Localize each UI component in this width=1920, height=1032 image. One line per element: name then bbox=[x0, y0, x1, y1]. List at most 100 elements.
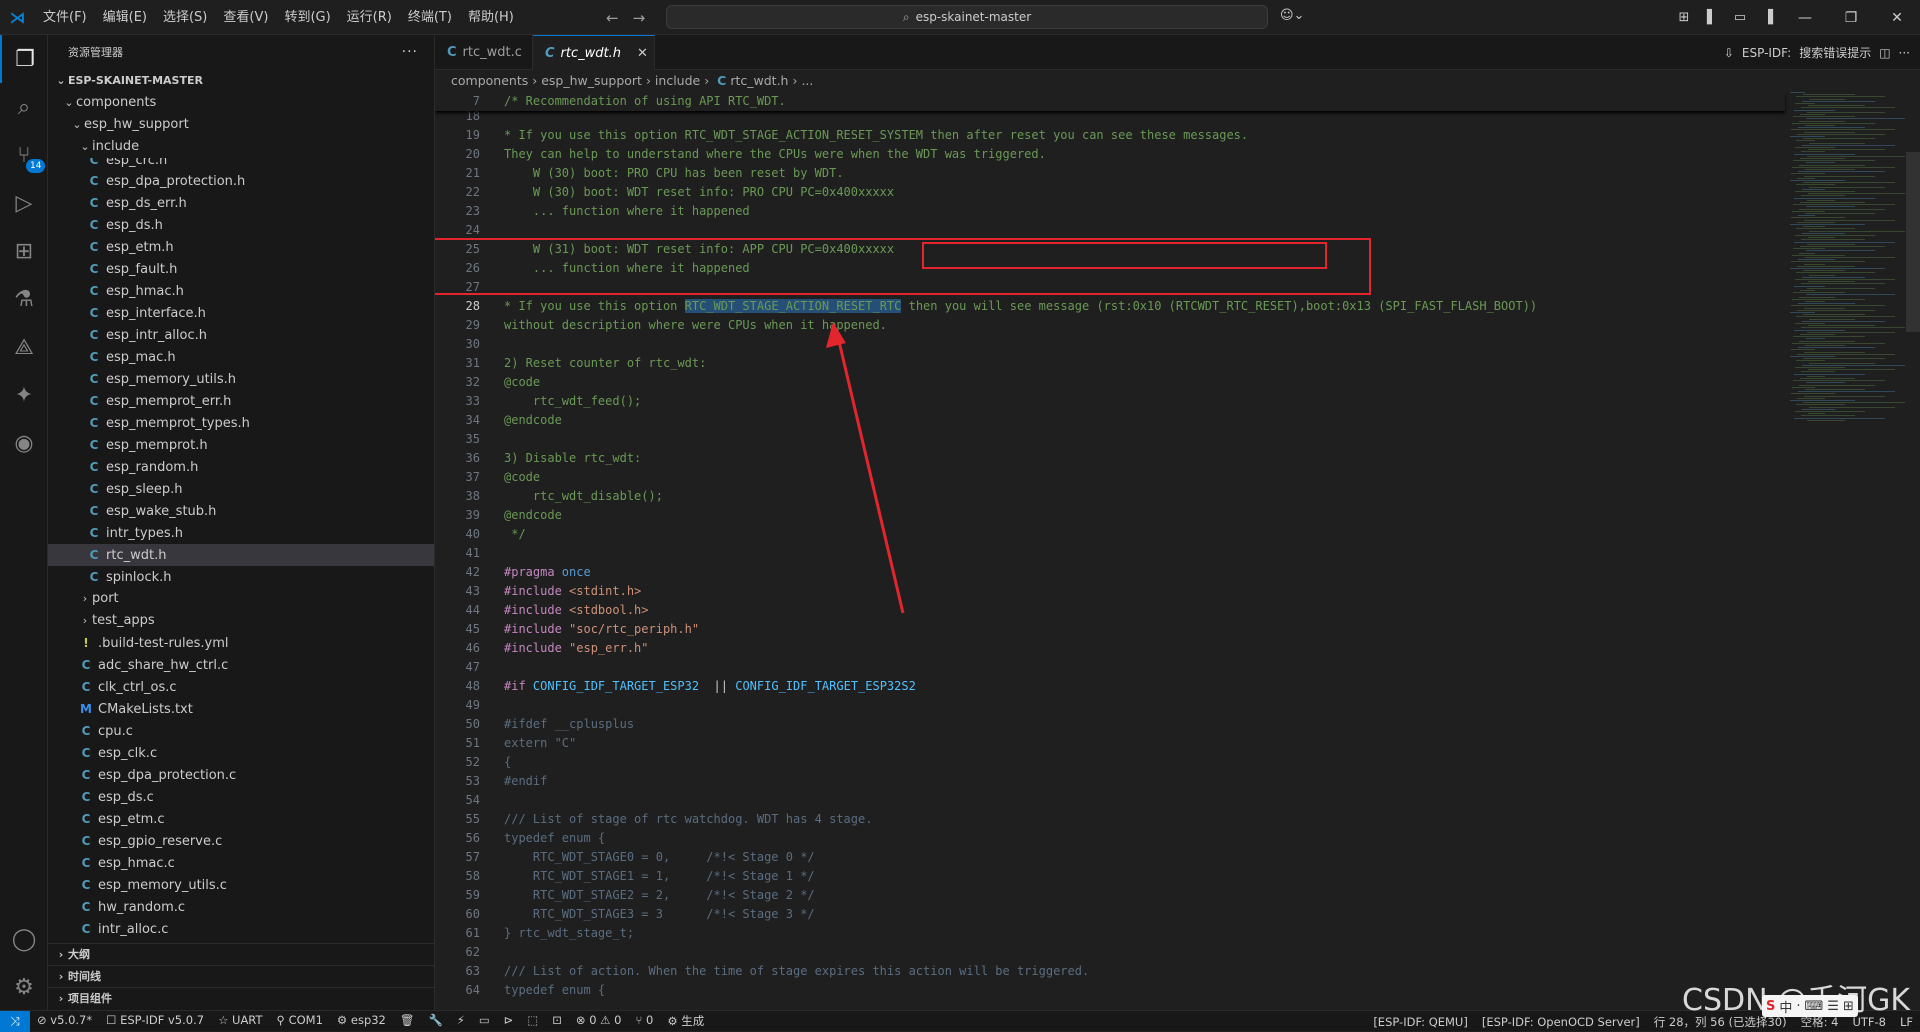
status-item[interactable]: [ESP-IDF: OpenOCD Server] bbox=[1475, 1015, 1647, 1029]
menu-item-5[interactable]: 运行(R) bbox=[339, 0, 400, 35]
close-tab-icon[interactable]: ✕ bbox=[637, 46, 648, 61]
menu-item-4[interactable]: 转到(G) bbox=[276, 0, 338, 35]
customize-layout-icon[interactable]: ⊞ bbox=[1670, 10, 1698, 25]
tree-item[interactable]: Crtc_wdt.h bbox=[48, 544, 434, 566]
tab-rtc-wdt-c[interactable]: Crtc_wdt.c bbox=[435, 35, 533, 70]
tree-item[interactable]: Cesp_clk.c bbox=[48, 742, 434, 764]
status-item[interactable]: ▭ bbox=[472, 1013, 497, 1029]
status-item[interactable]: ⚡ bbox=[450, 1013, 472, 1029]
tree-item[interactable]: Cesp_etm.c bbox=[48, 808, 434, 830]
espidf-icon[interactable]: ✦ bbox=[0, 371, 48, 419]
toggle-secondary-sidebar-icon[interactable]: ▐ bbox=[1754, 10, 1782, 25]
tree-item[interactable]: › test_apps bbox=[48, 610, 434, 632]
status-item[interactable]: ⊘ v5.0.7* bbox=[30, 1013, 99, 1029]
toggle-sidebar-icon[interactable]: ▌ bbox=[1698, 10, 1726, 25]
tree-item[interactable]: ⌄ include bbox=[48, 136, 434, 158]
source-control-icon[interactable]: ⑂ 14 bbox=[0, 131, 48, 179]
tree-item[interactable]: Cesp_mac.h bbox=[48, 346, 434, 368]
status-item[interactable]: ⊗ 0 ⚠ 0 bbox=[569, 1013, 629, 1029]
split-editor-icon[interactable]: ◫ bbox=[1879, 46, 1890, 60]
menu-item-3[interactable]: 查看(V) bbox=[215, 0, 276, 35]
menu-item-6[interactable]: 终端(T) bbox=[400, 0, 460, 35]
editor-scrollbar[interactable] bbox=[1906, 152, 1920, 332]
workspace-root[interactable]: ⌄ ESP-SKAINET-MASTER bbox=[48, 70, 434, 92]
ime-toolbar[interactable]: S 中 · ⌨ ☰ ⊞ bbox=[1762, 995, 1858, 1017]
tree-item[interactable]: Cesp_memprot_types.h bbox=[48, 412, 434, 434]
tree-item[interactable]: Cesp_random.h bbox=[48, 456, 434, 478]
ime-item[interactable]: S bbox=[1766, 999, 1775, 1014]
tree-item[interactable]: Ccpu.c bbox=[48, 720, 434, 742]
settings-gear-icon[interactable]: ⚙ bbox=[0, 963, 48, 1011]
remote-indicator-icon[interactable]: ⤨ bbox=[0, 1010, 30, 1032]
sidebar-panel-header[interactable]: › 大纲 bbox=[48, 943, 434, 965]
status-item[interactable]: ⊡ bbox=[545, 1013, 569, 1029]
tree-item[interactable]: Cesp_memory_utils.c bbox=[48, 874, 434, 896]
extensions-icon[interactable]: ⊞ bbox=[0, 227, 48, 275]
minimap[interactable] bbox=[1786, 92, 1906, 1010]
testing-icon[interactable]: ⚗ bbox=[0, 275, 48, 323]
tree-item[interactable]: Cesp_memprot_err.h bbox=[48, 390, 434, 412]
account-icon[interactable]: ◯ bbox=[0, 915, 48, 963]
tree-item[interactable]: Cesp_etm.h bbox=[48, 236, 434, 258]
esp-icon[interactable]: ◉ bbox=[0, 419, 48, 467]
tree-item[interactable]: Cesp_sleep.h bbox=[48, 478, 434, 500]
tree-item[interactable]: Cintr_alloc.c bbox=[48, 918, 434, 940]
tree-item[interactable]: ⌄ components bbox=[48, 92, 434, 114]
search-error-hint-button[interactable]: 搜索错误提示 bbox=[1799, 44, 1871, 61]
more-actions-icon[interactable]: ··· bbox=[1899, 46, 1910, 60]
tree-item[interactable]: Cesp_interface.h bbox=[48, 302, 434, 324]
tree-item[interactable]: Cesp_gpio_reserve.c bbox=[48, 830, 434, 852]
menu-item-7[interactable]: 帮助(H) bbox=[460, 0, 522, 35]
minimize-icon[interactable]: — bbox=[1782, 10, 1828, 26]
toggle-panel-icon[interactable]: ▭ bbox=[1726, 10, 1754, 25]
sidebar-panel-header[interactable]: › 时间线 bbox=[48, 965, 434, 987]
status-item[interactable]: ⚙ 生成 bbox=[660, 1013, 711, 1029]
close-window-icon[interactable]: ✕ bbox=[1874, 10, 1920, 26]
breadcrumb-file[interactable]: rtc_wdt.h bbox=[730, 73, 788, 88]
tree-item[interactable]: Cesp_dpa_protection.c bbox=[48, 764, 434, 786]
code-editor[interactable]: 7 /* Recommendation of using API RTC_WDT… bbox=[435, 92, 1920, 1010]
tree-item[interactable]: Cesp_fault.h bbox=[48, 258, 434, 280]
more-actions-icon[interactable]: ··· bbox=[402, 35, 418, 70]
copilot-icon[interactable]: ☺⌄ bbox=[1280, 8, 1304, 23]
ime-item[interactable]: 中 bbox=[1779, 997, 1792, 1016]
tree-item[interactable]: Cspinlock.h bbox=[48, 566, 434, 588]
tree-item[interactable]: Cesp_memory_utils.h bbox=[48, 368, 434, 390]
menu-item-1[interactable]: 编辑(E) bbox=[95, 0, 155, 35]
tree-item[interactable]: Cesp_ds.h bbox=[48, 214, 434, 236]
command-center-search[interactable]: ⌕ esp-skainet-master bbox=[666, 5, 1268, 29]
tree-item[interactable]: Cesp_wake_stub.h bbox=[48, 500, 434, 522]
breadcrumb-components[interactable]: components bbox=[451, 73, 528, 88]
menu-item-2[interactable]: 选择(S) bbox=[155, 0, 215, 35]
tree-item[interactable]: Cesp_hmac.c bbox=[48, 852, 434, 874]
tree-item[interactable]: ⌄ esp_hw_support bbox=[48, 114, 434, 136]
forward-arrow-icon[interactable]: → bbox=[633, 9, 646, 27]
status-item[interactable]: ⊳ bbox=[497, 1013, 521, 1029]
tree-item[interactable]: Chw_random.c bbox=[48, 896, 434, 918]
tree-item[interactable]: Cesp_ds_err.h bbox=[48, 192, 434, 214]
run-debug-icon[interactable]: ▷ bbox=[0, 179, 48, 227]
tree-item[interactable]: Cesp_ds.c bbox=[48, 786, 434, 808]
status-item[interactable]: ⚲ COM1 bbox=[270, 1013, 330, 1029]
tree-item[interactable]: M CMakeLists.txt bbox=[48, 698, 434, 720]
remote-icon[interactable]: ⟁ bbox=[0, 323, 48, 371]
tree-item[interactable]: Cesp_crc.h bbox=[48, 158, 434, 170]
tree-item[interactable]: Cesp_memprot.h bbox=[48, 434, 434, 456]
status-item[interactable]: ☆ UART bbox=[211, 1013, 269, 1029]
back-arrow-icon[interactable]: ← bbox=[606, 9, 619, 27]
breadcrumb-esp-hw-support[interactable]: esp_hw_support bbox=[541, 73, 642, 88]
tab-rtc-wdt-h[interactable]: Crtc_wdt.h ✕ bbox=[533, 35, 655, 70]
sticky-scroll[interactable]: 7 /* Recommendation of using API RTC_WDT… bbox=[435, 92, 1785, 111]
tree-item[interactable]: Cesp_dpa_protection.h bbox=[48, 170, 434, 192]
tree-item[interactable]: Cclk_ctrl_os.c bbox=[48, 676, 434, 698]
breadcrumb-include[interactable]: include bbox=[655, 73, 700, 88]
status-item[interactable]: ☐ ESP-IDF v5.0.7 bbox=[99, 1013, 211, 1029]
ime-item[interactable]: ⊞ bbox=[1843, 999, 1854, 1014]
restore-icon[interactable]: ❐ bbox=[1828, 10, 1874, 26]
tree-item[interactable]: Cesp_hmac.h bbox=[48, 280, 434, 302]
ime-item[interactable]: ⌨ bbox=[1805, 999, 1824, 1014]
explorer-icon[interactable]: ❐ bbox=[0, 35, 48, 83]
breadcrumb-symbol[interactable]: ... bbox=[801, 73, 813, 88]
status-item[interactable]: ⑂ 0 bbox=[628, 1013, 660, 1029]
tree-item[interactable]: Cintr_types.h bbox=[48, 522, 434, 544]
